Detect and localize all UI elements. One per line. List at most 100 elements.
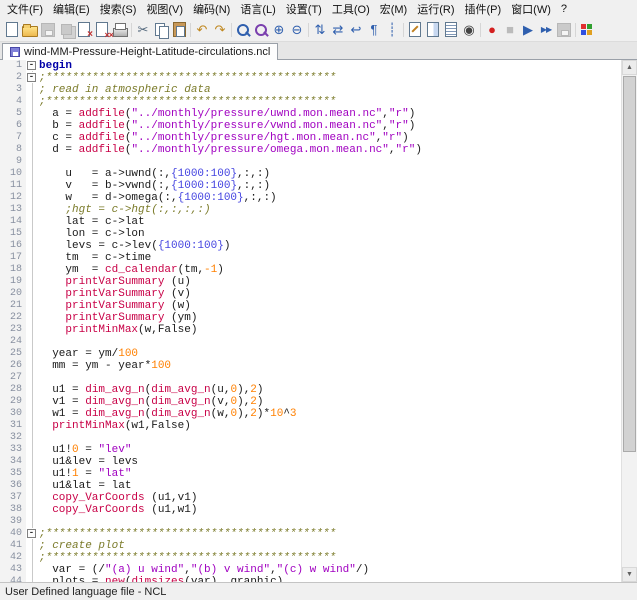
code-line-31[interactable]: 31 printMinMax(w1,False) (0, 420, 621, 432)
find-icon[interactable] (234, 21, 252, 39)
replace-icon[interactable] (252, 21, 270, 39)
code-line-12[interactable]: 12 w = d->omega(:,{1000:100},:,:) (0, 192, 621, 204)
tab-file[interactable]: wind-MM-Pressure-Height-Latitude-circula… (2, 43, 278, 60)
line-number[interactable]: 32 (0, 432, 26, 444)
line-number[interactable]: 36 (0, 480, 26, 492)
code-line-20[interactable]: 20 printVarSummary (v) (0, 288, 621, 300)
code-line-9[interactable]: 9 (0, 156, 621, 168)
new-file-icon[interactable] (3, 21, 21, 39)
code-line-40[interactable]: 40-;************************************… (0, 528, 621, 540)
user-defined-language-icon[interactable] (406, 21, 424, 39)
save-macro-icon[interactable] (555, 21, 573, 39)
code-line-2[interactable]: 2-;*************************************… (0, 72, 621, 84)
line-number[interactable]: 35 (0, 468, 26, 480)
close-all-icon[interactable] (93, 21, 111, 39)
plugin-icon[interactable] (578, 21, 596, 39)
menu-plugins[interactable]: 插件(P) (460, 0, 507, 18)
scrollbar-thumb[interactable] (623, 76, 636, 452)
menu-macro[interactable]: 宏(M) (375, 0, 413, 18)
code-line-16[interactable]: 16 levs = c->lev({1000:100}) (0, 240, 621, 252)
code-line-34[interactable]: 34 u1&lev = levs (0, 456, 621, 468)
code-line-37[interactable]: 37 copy_VarCoords (u1,v1) (0, 492, 621, 504)
line-number[interactable]: 5 (0, 108, 26, 120)
line-number[interactable]: 40 (0, 528, 26, 540)
menu-settings[interactable]: 设置(T) (281, 0, 327, 18)
zoom-in-icon[interactable]: ⊕ (270, 21, 288, 39)
code-line-17[interactable]: 17 tm = c->time (0, 252, 621, 264)
undo-icon[interactable]: ↶ (193, 21, 211, 39)
line-number[interactable]: 20 (0, 288, 26, 300)
code-area[interactable]: 1-begin2-;******************************… (0, 60, 621, 582)
line-number[interactable]: 10 (0, 168, 26, 180)
word-wrap-icon[interactable]: ↩ (347, 21, 365, 39)
code-line-35[interactable]: 35 u1!1 = "lat" (0, 468, 621, 480)
code-line-39[interactable]: 39 (0, 516, 621, 528)
line-number[interactable]: 26 (0, 360, 26, 372)
line-number[interactable]: 42 (0, 552, 26, 564)
cut-icon[interactable]: ✂ (134, 21, 152, 39)
line-number[interactable]: 25 (0, 348, 26, 360)
line-number[interactable]: 12 (0, 192, 26, 204)
code-line-44[interactable]: 44 plots = new(dimsizes(var), graphic) (0, 576, 621, 582)
code-line-3[interactable]: 3; read in atmospheric data (0, 84, 621, 96)
code-line-23[interactable]: 23 printMinMax(w,False) (0, 324, 621, 336)
open-folder-icon[interactable] (21, 21, 39, 39)
line-number[interactable]: 41 (0, 540, 26, 552)
code-line-6[interactable]: 6 b = addfile("../monthly/pressure/vwnd.… (0, 120, 621, 132)
menu-help[interactable]: ? (556, 2, 572, 16)
doc-map-icon[interactable] (424, 21, 442, 39)
redo-icon[interactable]: ↷ (211, 21, 229, 39)
code-line-18[interactable]: 18 ym = cd_calendar(tm,-1) (0, 264, 621, 276)
print-icon[interactable] (111, 21, 129, 39)
code-line-29[interactable]: 29 v1 = dim_avg_n(dim_avg_n(v,0),2) (0, 396, 621, 408)
scroll-down-icon[interactable]: ▼ (622, 567, 637, 582)
line-number[interactable]: 27 (0, 372, 26, 384)
line-number[interactable]: 2 (0, 72, 26, 84)
code-line-30[interactable]: 30 w1 = dim_avg_n(dim_avg_n(w,0),2)*10^3 (0, 408, 621, 420)
line-number[interactable]: 4 (0, 96, 26, 108)
line-number[interactable]: 8 (0, 144, 26, 156)
paste-icon[interactable] (170, 21, 188, 39)
save-icon[interactable] (39, 21, 57, 39)
line-number[interactable]: 6 (0, 120, 26, 132)
stop-recording-icon[interactable]: ■ (501, 21, 519, 39)
line-number[interactable]: 37 (0, 492, 26, 504)
indent-guide-icon[interactable]: ┊ (383, 21, 401, 39)
line-number[interactable]: 34 (0, 456, 26, 468)
line-number[interactable]: 28 (0, 384, 26, 396)
code-line-1[interactable]: 1-begin (0, 60, 621, 72)
code-line-32[interactable]: 32 (0, 432, 621, 444)
menu-tools[interactable]: 工具(O) (327, 0, 375, 18)
sync-vertical-icon[interactable]: ⇅ (311, 21, 329, 39)
play-macro-icon[interactable]: ▶ (519, 21, 537, 39)
menu-run[interactable]: 运行(R) (412, 0, 459, 18)
code-line-15[interactable]: 15 lon = c->lon (0, 228, 621, 240)
code-line-13[interactable]: 13 ;hgt = c->hgt(:,:,:,:) (0, 204, 621, 216)
line-number[interactable]: 14 (0, 216, 26, 228)
line-number[interactable]: 39 (0, 516, 26, 528)
code-line-22[interactable]: 22 printVarSummary (ym) (0, 312, 621, 324)
save-all-icon[interactable] (57, 21, 75, 39)
fold-marker-icon[interactable]: - (26, 60, 39, 72)
line-number[interactable]: 43 (0, 564, 26, 576)
menu-search[interactable]: 搜索(S) (95, 0, 142, 18)
menu-language[interactable]: 语言(L) (235, 0, 280, 18)
code-line-19[interactable]: 19 printVarSummary (u) (0, 276, 621, 288)
code-line-5[interactable]: 5 a = addfile("../monthly/pressure/uwnd.… (0, 108, 621, 120)
code-line-26[interactable]: 26 mm = ym - year*100 (0, 360, 621, 372)
line-number[interactable]: 38 (0, 504, 26, 516)
line-number[interactable]: 15 (0, 228, 26, 240)
code-line-4[interactable]: 4;**************************************… (0, 96, 621, 108)
scroll-up-icon[interactable]: ▲ (622, 60, 637, 75)
line-number[interactable]: 19 (0, 276, 26, 288)
code-line-8[interactable]: 8 d = addfile("../monthly/pressure/omega… (0, 144, 621, 156)
line-number[interactable]: 30 (0, 408, 26, 420)
monitoring-icon[interactable]: ◉ (460, 21, 478, 39)
line-number[interactable]: 44 (0, 576, 26, 582)
code-line-21[interactable]: 21 printVarSummary (w) (0, 300, 621, 312)
fold-marker-icon[interactable]: - (26, 72, 39, 84)
close-icon[interactable] (75, 21, 93, 39)
line-number[interactable]: 1 (0, 60, 26, 72)
line-number[interactable]: 33 (0, 444, 26, 456)
line-number[interactable]: 18 (0, 264, 26, 276)
